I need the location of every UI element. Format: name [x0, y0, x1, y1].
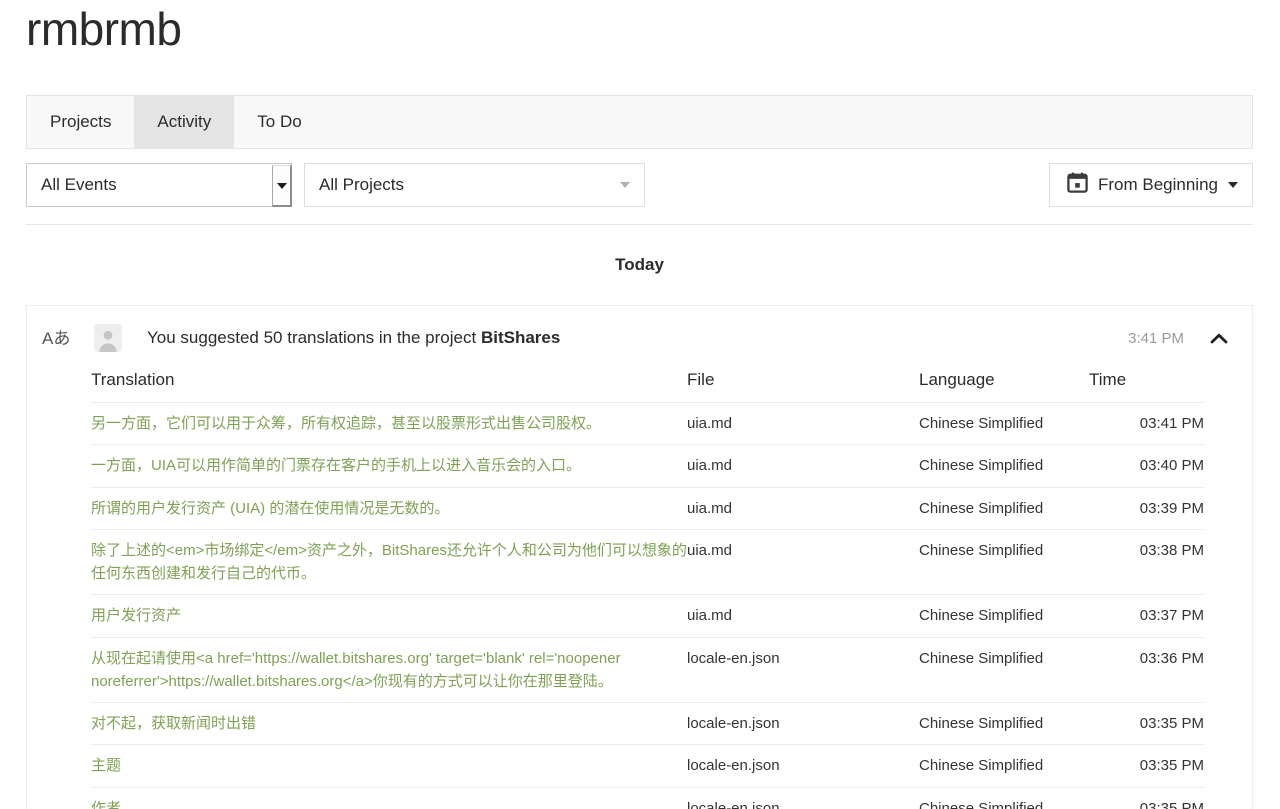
activity-project-name: BitShares	[480, 328, 561, 347]
translation-icon: Aあ	[42, 328, 71, 348]
cell-time: 03:35 PM	[1089, 744, 1204, 788]
cell-language: Chinese Simplified	[919, 787, 1089, 809]
cell-language: Chinese Simplified	[919, 594, 1089, 638]
column-header-time[interactable]: Time	[1089, 370, 1204, 403]
cell-file: locale-en.json	[687, 702, 919, 746]
cell-file: uia.md	[687, 529, 919, 596]
tab-bar: Projects Activity To Do	[26, 95, 1253, 149]
cell-language: Chinese Simplified	[919, 487, 1089, 530]
cell-language: Chinese Simplified	[919, 702, 1089, 746]
projects-select[interactable]: All Projects	[304, 163, 645, 207]
events-select-button[interactable]	[272, 165, 292, 207]
cell-translation[interactable]: 作者	[91, 787, 687, 809]
cell-translation[interactable]: 除了上述的<em>市场绑定</em>资产之外，BitShares还允许个人和公司…	[91, 529, 687, 596]
chevron-down-icon	[620, 182, 630, 188]
table-row[interactable]: 主题 locale-en.json Chinese Simplified 03:…	[91, 744, 1204, 788]
column-header-language[interactable]: Language	[919, 370, 1089, 403]
cell-translation[interactable]: 所谓的用户发行资产 (UIA) 的潜在使用情况是无数的。	[91, 487, 687, 530]
table-row[interactable]: 一方面，UIA可以用作简单的门票存在客户的手机上以进入音乐会的入口。 uia.m…	[91, 444, 1204, 488]
date-range-label: From Beginning	[1097, 175, 1218, 194]
cell-file: locale-en.json	[687, 787, 919, 809]
chevron-down-icon	[1228, 182, 1238, 188]
cell-file: uia.md	[687, 487, 919, 530]
table-row[interactable]: 另一方面，它们可以用于众筹，所有权追踪，甚至以股票形式出售公司股权。 uia.m…	[91, 402, 1204, 446]
cell-language: Chinese Simplified	[919, 444, 1089, 488]
events-select[interactable]: All Events	[26, 163, 292, 207]
table-row[interactable]: 除了上述的<em>市场绑定</em>资产之外，BitShares还允许个人和公司…	[91, 529, 1204, 596]
cell-time: 03:38 PM	[1089, 529, 1204, 596]
column-header-translation[interactable]: Translation	[91, 370, 687, 403]
date-range-button[interactable]: From Beginning	[1048, 163, 1253, 207]
cell-time: 03:39 PM	[1089, 487, 1204, 530]
cell-language: Chinese Simplified	[919, 744, 1089, 788]
cell-time: 03:36 PM	[1089, 637, 1204, 703]
cell-translation[interactable]: 一方面，UIA可以用作简单的门票存在客户的手机上以进入音乐会的入口。	[91, 444, 687, 488]
cell-file: locale-en.json	[687, 637, 919, 703]
table-row[interactable]: 所谓的用户发行资产 (UIA) 的潜在使用情况是无数的。 uia.md Chin…	[91, 487, 1204, 530]
tab-activity[interactable]: Activity	[134, 96, 235, 148]
cell-translation[interactable]: 对不起，获取新闻时出错	[91, 702, 687, 746]
translations-table-head: Translation File Language Time	[91, 370, 1204, 403]
table-header-row: Translation File Language Time	[91, 370, 1204, 403]
cell-file: uia.md	[687, 594, 919, 638]
filter-divider	[26, 224, 1253, 225]
calendar-icon	[1066, 171, 1089, 199]
tab-todo[interactable]: To Do	[234, 96, 324, 148]
activity-card-header: Aあ You suggested 50 translations in the …	[27, 306, 1252, 370]
activity-card: Aあ You suggested 50 translations in the …	[26, 305, 1253, 809]
cell-translation[interactable]: 用户发行资产	[91, 594, 687, 638]
cell-translation[interactable]: 从现在起请使用<a href='https://wallet.bitshares…	[91, 637, 687, 703]
cell-language: Chinese Simplified	[919, 402, 1089, 446]
cell-time: 03:35 PM	[1089, 702, 1204, 746]
cell-language: Chinese Simplified	[919, 637, 1089, 703]
chevron-up-icon[interactable]	[1208, 328, 1230, 350]
table-row[interactable]: 用户发行资产 uia.md Chinese Simplified 03:37 P…	[91, 594, 1204, 638]
cell-time: 03:35 PM	[1089, 787, 1204, 809]
table-row[interactable]: 对不起，获取新闻时出错 locale-en.json Chinese Simpl…	[91, 702, 1204, 746]
chevron-down-icon	[276, 182, 287, 189]
avatar	[94, 324, 122, 352]
cell-file: uia.md	[687, 444, 919, 488]
projects-select-value: All Projects	[319, 175, 405, 194]
tab-projects[interactable]: Projects	[27, 96, 134, 148]
cell-translation[interactable]: 主题	[91, 744, 687, 788]
events-select-value: All Events	[41, 175, 117, 194]
column-header-file[interactable]: File	[687, 370, 919, 403]
activity-summary-prefix: You suggested 50 translations in the pro…	[147, 328, 481, 347]
cell-language: Chinese Simplified	[919, 529, 1089, 596]
cell-time: 03:41 PM	[1089, 402, 1204, 446]
translations-table-body: 另一方面，它们可以用于众筹，所有权追踪，甚至以股票形式出售公司股权。 uia.m…	[91, 402, 1204, 809]
cell-translation[interactable]: 另一方面，它们可以用于众筹，所有权追踪，甚至以股票形式出售公司股权。	[91, 402, 687, 446]
activity-summary: You suggested 50 translations in the pro…	[147, 328, 560, 348]
cell-file: locale-en.json	[687, 744, 919, 788]
page-title: rmbrmb	[26, 3, 182, 55]
table-row[interactable]: 作者 locale-en.json Chinese Simplified 03:…	[91, 787, 1204, 809]
day-heading: Today	[615, 255, 664, 274]
cell-time: 03:40 PM	[1089, 444, 1204, 488]
cell-time: 03:37 PM	[1089, 594, 1204, 638]
cell-file: uia.md	[687, 402, 919, 446]
filter-bar: All Events All Projects From Beginning	[26, 163, 1253, 207]
table-row[interactable]: 从现在起请使用<a href='https://wallet.bitshares…	[91, 637, 1204, 703]
translations-table: Translation File Language Time 另一方面，它们可以…	[91, 370, 1204, 809]
activity-time: 3:41 PM	[1128, 329, 1184, 347]
activity-page: rmbrmb Projects Activity To Do All Event…	[0, 0, 1280, 809]
